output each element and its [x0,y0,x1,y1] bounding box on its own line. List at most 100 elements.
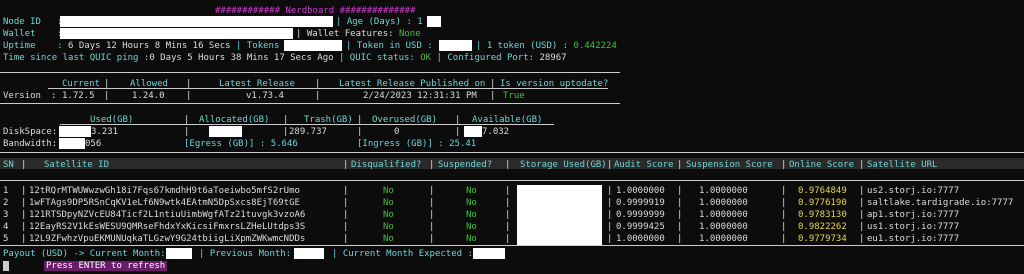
sat-audit-score: 1.0000000 [616,186,665,196]
divider [0,72,620,73]
disk-trash: 289.737 [289,127,327,137]
column-separator: | [505,222,511,232]
version-latest: v1.73.4 [246,91,284,101]
sat-suspension-score: 1.0000000 [699,234,748,244]
uptime-row: Uptime : 6 Days 12 Hours 8 Mins 16 Secs … [3,41,290,51]
wallet-label: Wallet : [3,29,63,39]
sat-suspension-score: 1.0000000 [699,198,748,208]
sat-suspended: No [466,234,477,244]
sat-sn: 3 [3,210,9,220]
sat-sn: 5 [3,234,9,244]
wallet-features-label: | Wallet Features: [296,29,399,39]
payout-expected-label: | Current Month Expected : [332,249,473,259]
token-usd-label: | Token in USD : [346,41,433,51]
one-token-value: 0.442224 [573,41,617,51]
column-separator: | [859,186,865,196]
sat-audit-score: 1.0000000 [616,234,665,244]
quic-status-label: | QUIC status: [338,53,421,63]
sat-url: eu1.storj.io:7777 [867,234,960,244]
uptime-label: Uptime : [3,41,63,51]
column-separator: | [607,210,613,220]
version-uptodate: True [503,91,525,101]
column-separator: | [21,198,27,208]
port-value: 28967 [539,53,567,63]
sat-header-id: Satellite ID [44,160,110,170]
sat-url: us1.storj.io:7777 [867,222,960,232]
quic-row: Time since last QUIC ping :0 Days 5 Hour… [3,53,567,63]
column-separator: | [343,234,349,244]
payout-label: Payout (USD) -> Current Month: [3,249,166,259]
disk-overused: 0 [394,127,400,137]
divider [60,124,554,125]
sat-header-online: Online Score [789,160,855,170]
sat-suspended: No [466,222,477,232]
sat-suspension-score: 1.0000000 [699,186,748,196]
sat-disqualified: No [383,222,394,232]
sat-sn: 2 [3,198,9,208]
sat-online-score: 0.9776190 [798,198,847,208]
sat-online-score: 0.9779734 [798,234,847,244]
sat-audit-score: 0.9999999 [616,210,665,220]
payout-current-redacted [166,248,192,259]
sat-url: ap1.storj.io:7777 [867,210,960,220]
tokens-label: | Tokens : [236,41,291,51]
column-separator: | [607,234,613,244]
sat-suspended: No [466,198,477,208]
column-separator: | [607,198,613,208]
column-separator: | [781,198,787,208]
sat-suspended: No [466,186,477,196]
refresh-prompt-text: Press ENTER to refresh [46,261,166,271]
column-separator: | [677,234,683,244]
sat-online-score: 0.9822262 [798,222,847,232]
column-separator: | [677,210,683,220]
bandwidth-label: Bandwidth: [3,139,58,149]
divider [0,180,1024,181]
quic-status-value: OK [420,53,432,63]
sat-header-audit: Audit Score [614,160,674,170]
sat-disqualified: No [383,234,394,244]
refresh-prompt: Press ENTER to refresh [44,261,168,271]
age-label: | Age (Days) : 1 [336,17,423,27]
sat-header-url: Satellite URL [867,160,938,170]
column-separator: | [505,210,511,220]
column-separator: | [21,210,27,220]
sat-id: 1wFTAgs9DP5RSnCqKV1eLf6N9wtk4EAtmN5DpSxc… [29,198,300,208]
diskspace-label: DiskSpace: [3,127,58,137]
disk-allocated-redacted [209,126,242,137]
node-id-redacted [60,16,333,27]
terminal-cursor [3,261,9,271]
sat-id: 12L9ZFwhzVpuEKMUNUqkaTLGzwY9G24tbiigLiXp… [29,234,306,244]
column-separator: | [859,222,865,232]
port-label: | Configured Port: [436,53,540,63]
column-separator: | [21,222,27,232]
column-separator: | [429,186,435,196]
payout-expected-redacted [473,248,505,259]
column-separator: | [781,186,787,196]
column-separator: | [343,198,349,208]
column-separator: | [505,186,511,196]
payout-previous-label: | Previous Month: [199,249,292,259]
quic-ping-value: 0 Days 5 Hours 38 Mins 17 Secs Ago [149,53,334,63]
column-separator: | [781,222,787,232]
wallet-features: | Wallet Features: None [296,29,421,39]
column-separator: | [429,234,435,244]
column-separator: | [505,198,511,208]
column-separator: | [429,210,435,220]
dashboard-title: ############ Nerdboard ############## [215,6,416,16]
column-separator: | [343,222,349,232]
one-token-label: | 1 token (USD) : [476,41,569,51]
sat-online-score: 0.9783130 [798,210,847,220]
divider [0,103,620,104]
sat-header-susp: Suspended? [438,160,493,170]
wallet-redacted [60,28,293,39]
column-separator: | [781,234,787,244]
column-separator: | [607,222,613,232]
token-usd-redacted [439,40,472,51]
column-separator: | [21,186,27,196]
version-published: 2/24/2023 12:31:31 PM [363,91,477,101]
sat-url: saltlake.tardigrade.io:7777 [867,198,1014,208]
column-separator: | [429,222,435,232]
bandwidth-suffix: 056 [85,139,102,149]
sat-disqualified: No [383,210,394,220]
column-separator: | [859,234,865,244]
